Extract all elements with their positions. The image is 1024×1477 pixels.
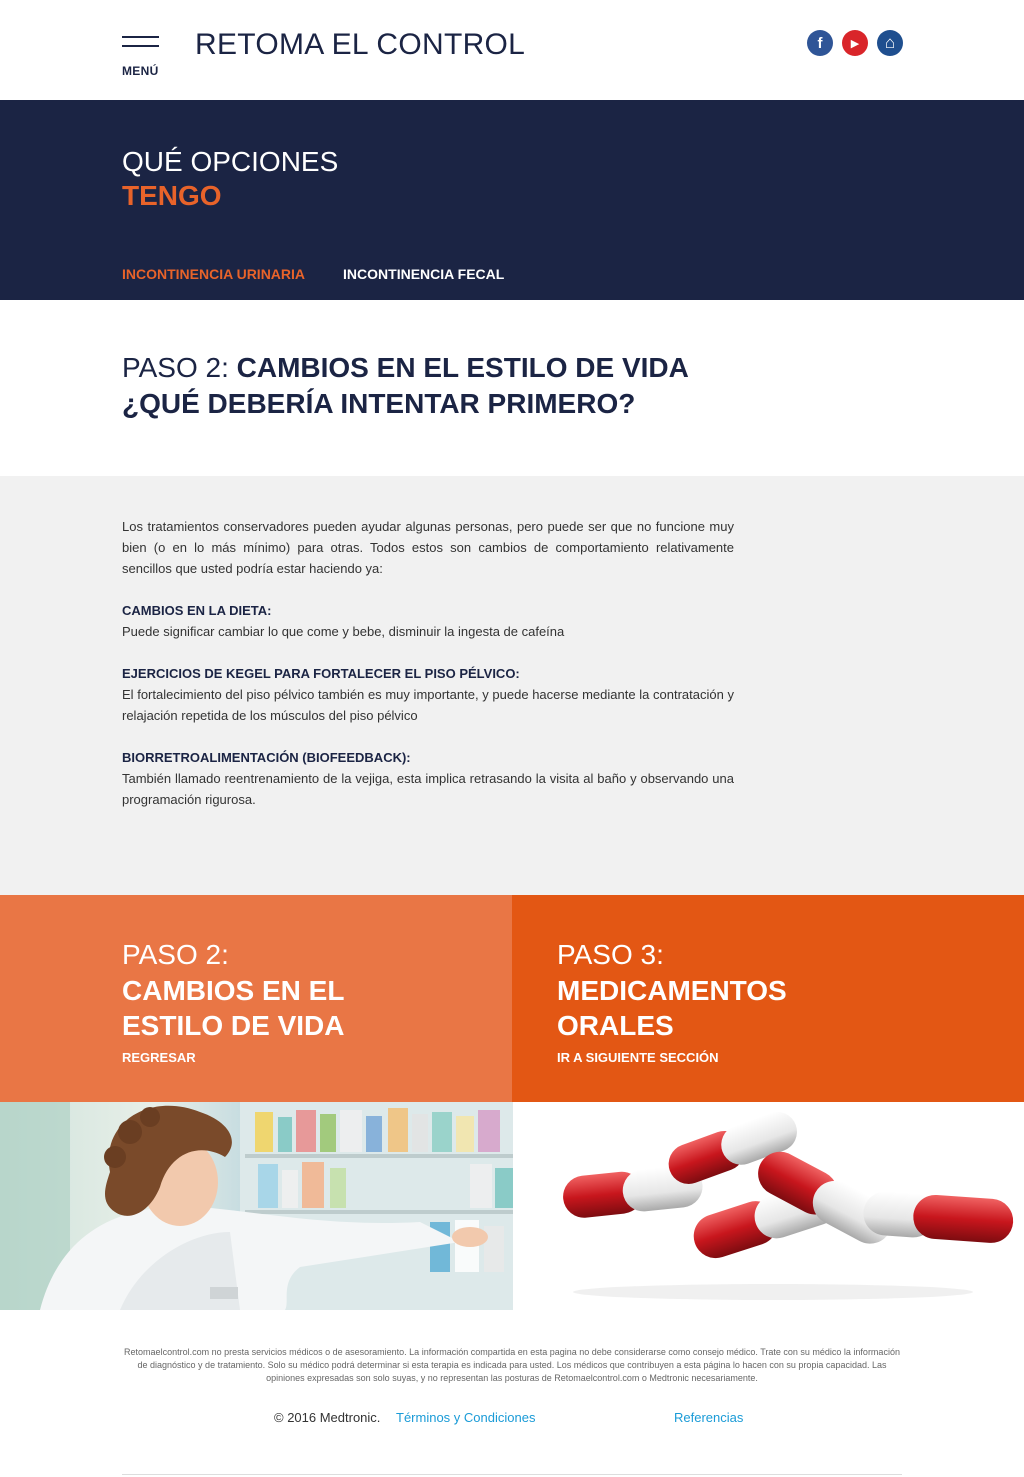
prev-step-title-line1: CAMBIOS EN EL	[122, 975, 345, 1006]
section-heading: EJERCICIOS DE KEGEL PARA FORTALECER EL P…	[122, 666, 520, 681]
footer-divider	[122, 1474, 902, 1475]
menu-button[interactable]: MENÚ	[122, 36, 160, 80]
prev-step-title-line2: ESTILO DE VIDA	[122, 1010, 345, 1041]
menu-label: MENÚ	[122, 64, 159, 78]
references-link[interactable]: Referencias	[674, 1410, 743, 1425]
pills-image[interactable]	[513, 1102, 1024, 1310]
youtube-icon[interactable]: ▶	[842, 30, 868, 56]
tab-incontinencia-fecal[interactable]: INCONTINENCIA FECAL	[343, 266, 504, 282]
section-dieta: CAMBIOS EN LA DIETA: Puede significar ca…	[122, 600, 734, 642]
content-section: Los tratamientos conservadores pueden ay…	[0, 476, 1024, 895]
next-step-title-line2: ORALES	[557, 1010, 674, 1041]
hero-title-line1: QUÉ OPCIONES	[122, 146, 339, 177]
step-subtitle: ¿QUÉ DEBERÍA INTENTAR PRIMERO?	[122, 388, 636, 419]
pharmacist-image[interactable]	[0, 1102, 513, 1310]
prev-step-card[interactable]: PASO 2: CAMBIOS EN EL ESTILO DE VIDA REG…	[0, 895, 512, 1102]
hero-tabs: INCONTINENCIA URINARIA INCONTINENCIA FEC…	[122, 266, 504, 282]
section-text: El fortalecimiento del piso pélvico tamb…	[122, 687, 734, 723]
pharmacist-illustration	[0, 1102, 513, 1310]
next-step-card[interactable]: PASO 3: MEDICAMENTOS ORALES IR A SIGUIEN…	[512, 895, 1024, 1102]
home-icon[interactable]: ⌂	[877, 30, 903, 56]
step-prefix: PASO 2:	[122, 352, 237, 383]
terms-link[interactable]: Términos y Condiciones	[396, 1410, 535, 1425]
hero-title-line2: TENGO	[122, 180, 222, 211]
step-heading: PASO 2: CAMBIOS EN EL ESTILO DE VIDA ¿QU…	[122, 350, 689, 422]
copyright: © 2016 Medtronic.	[274, 1410, 381, 1425]
section-biofeedback: BIORRETROALIMENTACIÓN (BIOFEEDBACK): Tam…	[122, 747, 734, 810]
prev-step-title: CAMBIOS EN EL ESTILO DE VIDA	[122, 973, 344, 1043]
step-title: CAMBIOS EN EL ESTILO DE VIDA	[236, 352, 689, 383]
tab-incontinencia-urinaria[interactable]: INCONTINENCIA URINARIA	[122, 266, 305, 282]
hero-banner: QUÉ OPCIONES TENGO INCONTINENCIA URINARI…	[0, 100, 1024, 300]
disclaimer-text: Retomaelcontrol.com no presta servicios …	[124, 1347, 900, 1383]
hamburger-icon	[122, 36, 159, 38]
next-step-label: PASO 3:	[557, 939, 664, 970]
section-text: Puede significar cambiar lo que come y b…	[122, 624, 565, 639]
social-links: f ▶ ⌂	[807, 30, 903, 56]
section-heading: BIORRETROALIMENTACIÓN (BIOFEEDBACK):	[122, 750, 411, 765]
site-title[interactable]: RETOMA EL CONTROL	[195, 28, 525, 62]
facebook-icon[interactable]: f	[807, 30, 833, 56]
pills-illustration	[563, 1111, 1014, 1300]
section-kegel: EJERCICIOS DE KEGEL PARA FORTALECER EL P…	[122, 663, 734, 726]
section-text: También llamado reentrenamiento de la ve…	[122, 771, 734, 807]
hamburger-icon-bar	[122, 45, 159, 47]
intro-paragraph: Los tratamientos conservadores pueden ay…	[122, 519, 734, 576]
next-step-title: MEDICAMENTOS ORALES	[557, 973, 787, 1043]
next-section-link[interactable]: IR A SIGUIENTE SECCIÓN	[557, 1050, 719, 1065]
site-header: MENÚ RETOMA EL CONTROL f ▶ ⌂	[0, 0, 1024, 100]
content-body: Los tratamientos conservadores pueden ay…	[122, 516, 734, 831]
prev-step-label: PASO 2:	[122, 939, 229, 970]
next-step-title-line1: MEDICAMENTOS	[557, 975, 787, 1006]
back-link[interactable]: REGRESAR	[122, 1050, 196, 1065]
section-heading: CAMBIOS EN LA DIETA:	[122, 603, 272, 618]
